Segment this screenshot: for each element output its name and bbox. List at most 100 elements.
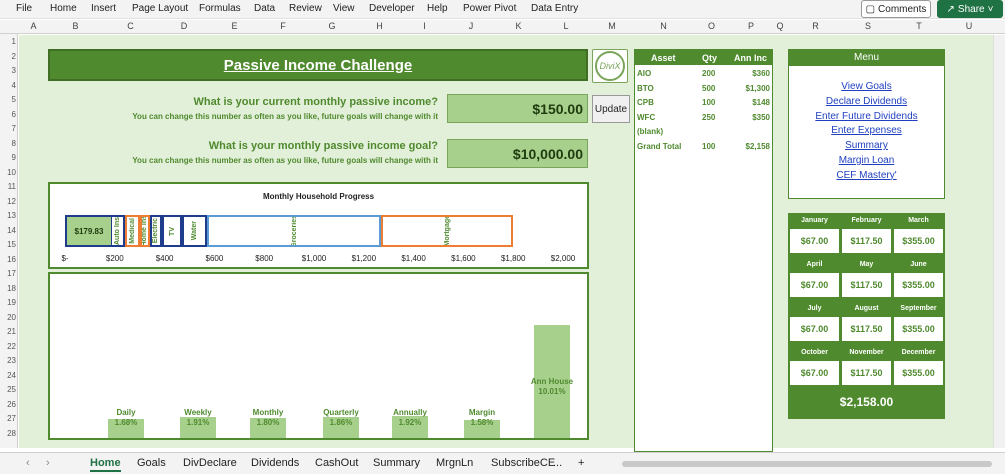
menu-link-summary[interactable]: Summary: [789, 140, 944, 151]
row-header-22[interactable]: 22: [0, 342, 16, 351]
row-header-16[interactable]: 16: [0, 255, 16, 264]
month-value-may: $117.50: [842, 273, 891, 297]
row-header-24[interactable]: 24: [0, 371, 16, 380]
menu-page-layout[interactable]: Page Layout: [132, 3, 188, 14]
vertical-scrollbar[interactable]: [993, 35, 1005, 448]
row-header-13[interactable]: 13: [0, 211, 16, 220]
menu-data[interactable]: Data: [254, 3, 275, 14]
column-header-k[interactable]: K: [495, 21, 542, 31]
row-header-25[interactable]: 25: [0, 385, 16, 394]
row-header-9[interactable]: 9: [0, 153, 16, 162]
month-value-april: $67.00: [790, 273, 839, 297]
column-header-r[interactable]: R: [788, 21, 843, 31]
menu-view[interactable]: View: [333, 3, 355, 14]
menu-data-entry[interactable]: Data Entry: [531, 3, 578, 14]
column-header-s[interactable]: S: [843, 21, 893, 31]
tab-mrgnln[interactable]: MrgnLn: [436, 457, 473, 469]
add-sheet-button[interactable]: +: [578, 457, 584, 469]
tab-home[interactable]: Home: [90, 457, 121, 472]
row-header-3[interactable]: 3: [0, 66, 16, 75]
tab-divdeclare[interactable]: DivDeclare: [183, 457, 237, 469]
tab-next-icon[interactable]: ›: [46, 457, 50, 469]
row-header-15[interactable]: 15: [0, 240, 16, 249]
horizontal-scrollbar[interactable]: [622, 461, 992, 467]
row-header-10[interactable]: 10: [0, 168, 16, 177]
update-button[interactable]: Update: [592, 95, 630, 123]
column-header-n[interactable]: N: [634, 21, 693, 31]
row-header-6[interactable]: 6: [0, 110, 16, 119]
column-header-t[interactable]: T: [893, 21, 945, 31]
tab-subscribece[interactable]: SubscribeCE: [491, 457, 555, 469]
progress-axis-tick: $1,200: [351, 254, 377, 263]
column-header-b[interactable]: B: [48, 21, 103, 31]
column-header-o[interactable]: O: [693, 21, 730, 31]
menu-developer[interactable]: Developer: [369, 3, 415, 14]
menu-file[interactable]: File: [16, 3, 32, 14]
column-header-p[interactable]: P: [730, 21, 772, 31]
asset-row: Grand Total 100 $2,158: [635, 142, 772, 156]
row-header-11[interactable]: 11: [0, 182, 16, 191]
row-header-18[interactable]: 18: [0, 284, 16, 293]
row-header-8[interactable]: 8: [0, 139, 16, 148]
menu-link-cef-mastery[interactable]: CEF Mastery': [789, 170, 944, 181]
column-header-u[interactable]: U: [945, 21, 993, 31]
bar-category: Quarterly: [323, 408, 359, 417]
column-header-a[interactable]: A: [19, 21, 48, 31]
menu-formulas[interactable]: Formulas: [199, 3, 241, 14]
divix-logo: DiviX: [592, 49, 628, 83]
column-header-g[interactable]: G: [307, 21, 357, 31]
page-title: Passive Income Challenge: [223, 56, 413, 74]
progress-axis-tick: $400: [155, 254, 174, 263]
row-header-4[interactable]: 4: [0, 81, 16, 90]
row-header-27[interactable]: 27: [0, 414, 16, 423]
column-header-d[interactable]: D: [158, 21, 210, 31]
column-header-j[interactable]: J: [447, 21, 495, 31]
tab-goals[interactable]: Goals: [137, 457, 166, 469]
row-header-17[interactable]: 17: [0, 269, 16, 278]
menu-review[interactable]: Review: [289, 3, 322, 14]
row-header-26[interactable]: 26: [0, 400, 16, 409]
menu-help[interactable]: Help: [427, 3, 448, 14]
row-header-28[interactable]: 28: [0, 429, 16, 438]
menu-link-enter-future-dividends[interactable]: Enter Future Dividends: [789, 111, 944, 122]
month-name-may: May: [859, 261, 874, 268]
column-header-h[interactable]: H: [357, 21, 402, 31]
bar-value: 1.68%: [114, 418, 138, 427]
column-header-m[interactable]: M: [590, 21, 634, 31]
row-header-23[interactable]: 23: [0, 356, 16, 365]
menu-power-pivot[interactable]: Power Pivot: [463, 3, 516, 14]
column-header-f[interactable]: F: [259, 21, 307, 31]
income-goal-hint: You can change this number as often as y…: [132, 156, 438, 165]
menu-home[interactable]: Home: [50, 3, 77, 14]
share-button[interactable]: ↗ Share ˅: [937, 0, 1003, 18]
row-header-2[interactable]: 2: [0, 52, 16, 61]
row-header-14[interactable]: 14: [0, 226, 16, 235]
row-header-12[interactable]: 12: [0, 197, 16, 206]
tab-prev-icon[interactable]: ‹: [26, 457, 30, 469]
tab-cashout[interactable]: CashOut: [315, 457, 358, 469]
menu-link-declare-dividends[interactable]: Declare Dividends: [789, 96, 944, 107]
row-header-19[interactable]: 19: [0, 298, 16, 307]
column-header-q[interactable]: Q: [772, 21, 788, 31]
income-goal-input[interactable]: $10,000.00: [447, 139, 588, 168]
row-header-21[interactable]: 21: [0, 327, 16, 336]
column-header-i[interactable]: I: [402, 21, 447, 31]
current-income-input[interactable]: $150.00: [447, 94, 588, 123]
progress-axis-tick: $2,000: [550, 254, 576, 263]
column-header-c[interactable]: C: [103, 21, 158, 31]
asset-cell: BTO: [637, 83, 654, 93]
column-header-e[interactable]: E: [210, 21, 259, 31]
column-header-l[interactable]: L: [542, 21, 590, 31]
tab-dividends[interactable]: Dividends: [251, 457, 299, 469]
tab-summary[interactable]: Summary: [373, 457, 420, 469]
row-header-7[interactable]: 7: [0, 124, 16, 133]
row-header-20[interactable]: 20: [0, 313, 16, 322]
menu-link-enter-expenses[interactable]: Enter Expenses: [789, 125, 944, 136]
menu-insert[interactable]: Insert: [91, 3, 116, 14]
menu-link-margin-loan[interactable]: Margin Loan: [789, 155, 944, 166]
comments-button[interactable]: ▢ Comments: [861, 0, 931, 18]
row-header-1[interactable]: 1: [0, 37, 16, 46]
row-header-5[interactable]: 5: [0, 95, 16, 104]
asset-cell: 250: [702, 112, 716, 122]
menu-link-view-goals[interactable]: View Goals: [789, 81, 944, 92]
